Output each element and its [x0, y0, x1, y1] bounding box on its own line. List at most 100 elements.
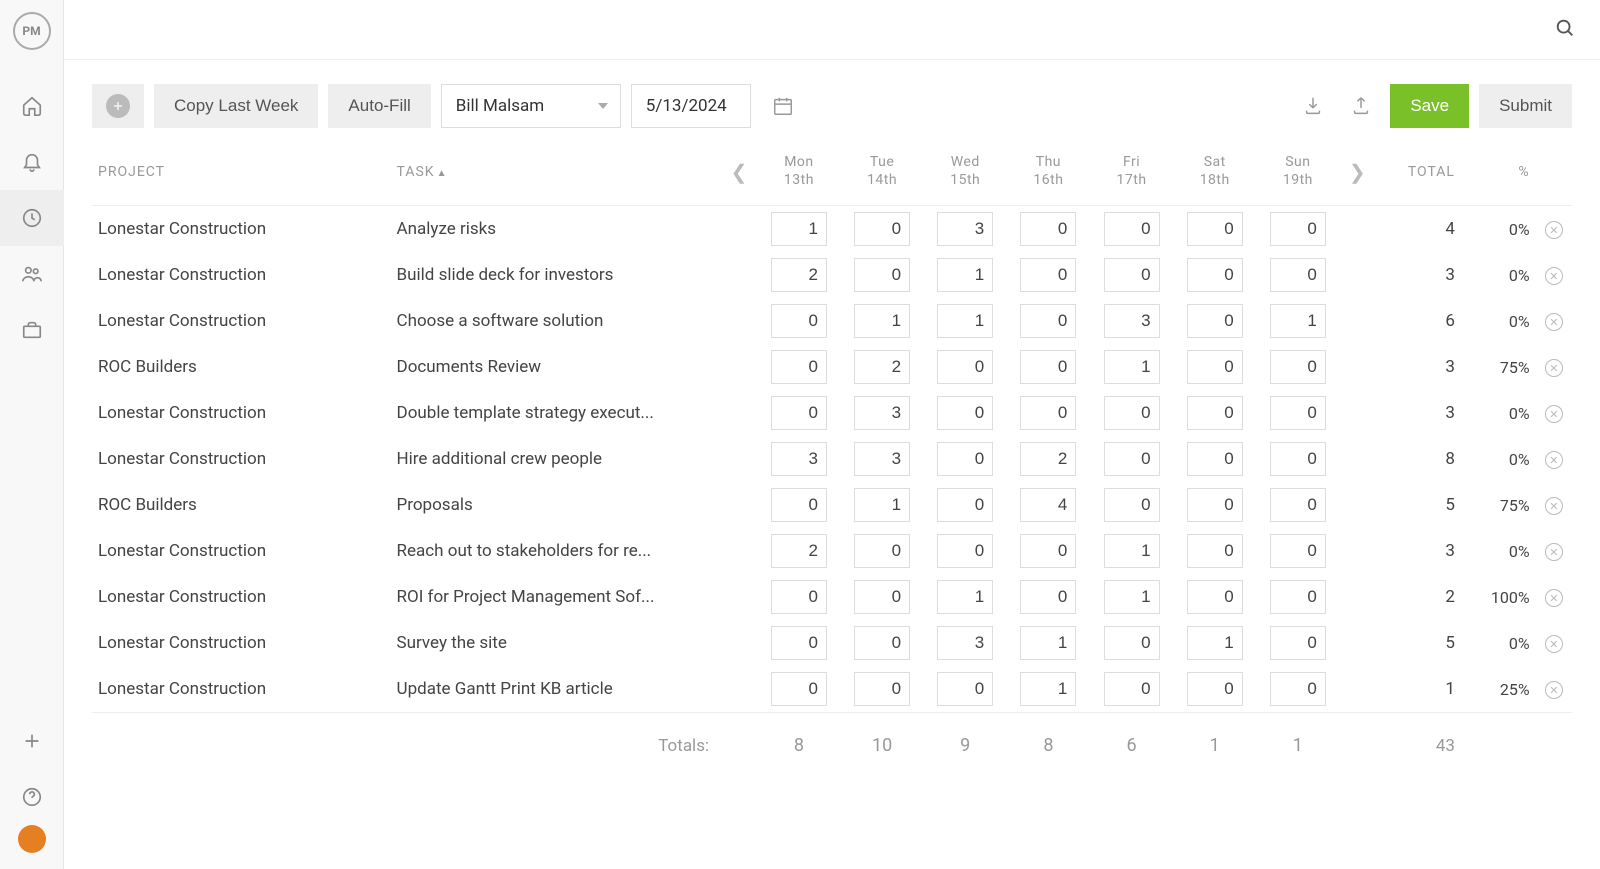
user-select[interactable]: Bill Malsam — [441, 84, 621, 128]
hours-input[interactable] — [771, 212, 827, 246]
hours-input[interactable] — [1020, 672, 1076, 706]
hours-input[interactable] — [1270, 304, 1326, 338]
hours-input[interactable] — [1020, 350, 1076, 384]
hours-input[interactable] — [937, 350, 993, 384]
nav-timesheet[interactable] — [0, 190, 64, 246]
delete-row-button[interactable]: ✕ — [1536, 298, 1572, 344]
hours-input[interactable] — [854, 350, 910, 384]
delete-row-button[interactable]: ✕ — [1536, 666, 1572, 713]
hours-input[interactable] — [937, 626, 993, 660]
hours-input[interactable] — [937, 212, 993, 246]
hours-input[interactable] — [937, 396, 993, 430]
delete-row-button[interactable]: ✕ — [1536, 252, 1572, 298]
hours-input[interactable] — [1270, 442, 1326, 476]
hours-input[interactable] — [771, 488, 827, 522]
hours-input[interactable] — [1270, 258, 1326, 292]
hours-input[interactable] — [1020, 488, 1076, 522]
hours-input[interactable] — [771, 580, 827, 614]
hours-input[interactable] — [771, 304, 827, 338]
auto-fill-button[interactable]: Auto-Fill — [328, 84, 430, 128]
copy-last-week-button[interactable]: Copy Last Week — [154, 84, 318, 128]
hours-input[interactable] — [1187, 396, 1243, 430]
delete-row-button[interactable]: ✕ — [1536, 528, 1572, 574]
hours-input[interactable] — [1020, 258, 1076, 292]
hours-input[interactable] — [1270, 672, 1326, 706]
prev-week-button[interactable]: ❮ — [721, 146, 757, 206]
hours-input[interactable] — [937, 442, 993, 476]
hours-input[interactable] — [1187, 442, 1243, 476]
col-project[interactable]: PROJECT — [92, 146, 391, 206]
hours-input[interactable] — [937, 258, 993, 292]
hours-input[interactable] — [1104, 580, 1160, 614]
hours-input[interactable] — [854, 488, 910, 522]
hours-input[interactable] — [1104, 534, 1160, 568]
hours-input[interactable] — [1187, 304, 1243, 338]
search-button[interactable] — [1554, 17, 1576, 43]
hours-input[interactable] — [1020, 304, 1076, 338]
hours-input[interactable] — [1187, 626, 1243, 660]
hours-input[interactable] — [1104, 350, 1160, 384]
hours-input[interactable] — [1270, 212, 1326, 246]
delete-row-button[interactable]: ✕ — [1536, 390, 1572, 436]
hours-input[interactable] — [771, 626, 827, 660]
hours-input[interactable] — [854, 534, 910, 568]
nav-notifications[interactable] — [0, 134, 64, 190]
add-row-button[interactable] — [92, 84, 144, 128]
nav-help[interactable] — [0, 769, 64, 825]
hours-input[interactable] — [854, 626, 910, 660]
nav-projects[interactable] — [0, 302, 64, 358]
hours-input[interactable] — [771, 350, 827, 384]
hours-input[interactable] — [1020, 534, 1076, 568]
hours-input[interactable] — [1020, 396, 1076, 430]
delete-row-button[interactable]: ✕ — [1536, 206, 1572, 253]
delete-row-button[interactable]: ✕ — [1536, 482, 1572, 528]
delete-row-button[interactable]: ✕ — [1536, 344, 1572, 390]
hours-input[interactable] — [854, 212, 910, 246]
hours-input[interactable] — [1270, 580, 1326, 614]
hours-input[interactable] — [1020, 212, 1076, 246]
hours-input[interactable] — [937, 488, 993, 522]
user-avatar[interactable] — [18, 825, 46, 853]
hours-input[interactable] — [1187, 672, 1243, 706]
hours-input[interactable] — [1104, 488, 1160, 522]
delete-row-button[interactable]: ✕ — [1536, 436, 1572, 482]
hours-input[interactable] — [771, 672, 827, 706]
hours-input[interactable] — [1104, 304, 1160, 338]
hours-input[interactable] — [1187, 580, 1243, 614]
hours-input[interactable] — [1187, 258, 1243, 292]
hours-input[interactable] — [1020, 626, 1076, 660]
calendar-button[interactable] — [761, 84, 805, 128]
hours-input[interactable] — [854, 672, 910, 706]
hours-input[interactable] — [1020, 442, 1076, 476]
hours-input[interactable] — [937, 672, 993, 706]
hours-input[interactable] — [854, 442, 910, 476]
hours-input[interactable] — [854, 258, 910, 292]
import-button[interactable] — [1294, 84, 1332, 128]
hours-input[interactable] — [854, 396, 910, 430]
hours-input[interactable] — [771, 442, 827, 476]
hours-input[interactable] — [1270, 534, 1326, 568]
hours-input[interactable] — [1104, 672, 1160, 706]
hours-input[interactable] — [1187, 534, 1243, 568]
save-button[interactable]: Save — [1390, 84, 1469, 128]
app-logo[interactable]: PM — [13, 12, 51, 50]
week-date-input[interactable]: 5/13/2024 — [631, 84, 751, 128]
hours-input[interactable] — [1270, 396, 1326, 430]
col-task[interactable]: TASK▲ — [391, 146, 722, 206]
delete-row-button[interactable]: ✕ — [1536, 574, 1572, 620]
hours-input[interactable] — [771, 396, 827, 430]
hours-input[interactable] — [1104, 626, 1160, 660]
hours-input[interactable] — [1020, 580, 1076, 614]
hours-input[interactable] — [771, 534, 827, 568]
hours-input[interactable] — [1104, 212, 1160, 246]
hours-input[interactable] — [937, 580, 993, 614]
hours-input[interactable] — [1270, 626, 1326, 660]
nav-team[interactable] — [0, 246, 64, 302]
nav-add[interactable] — [0, 713, 64, 769]
delete-row-button[interactable]: ✕ — [1536, 620, 1572, 666]
export-button[interactable] — [1342, 84, 1380, 128]
next-week-button[interactable]: ❯ — [1339, 146, 1375, 206]
submit-button[interactable]: Submit — [1479, 84, 1572, 128]
hours-input[interactable] — [854, 580, 910, 614]
hours-input[interactable] — [1104, 258, 1160, 292]
